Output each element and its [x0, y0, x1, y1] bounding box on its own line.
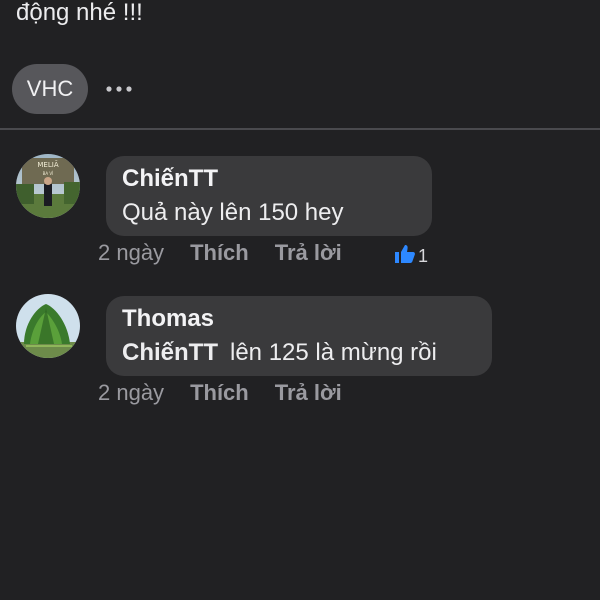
comment-2-actions: 2 ngày Thích Trả lời: [98, 380, 368, 406]
more-options-icon[interactable]: [104, 79, 134, 99]
avatar-thomas[interactable]: [16, 294, 80, 358]
like-button[interactable]: Thích: [190, 380, 249, 406]
comment-text: Quả này lên 150 hey: [122, 199, 344, 226]
reply-button[interactable]: Trả lời: [275, 380, 342, 406]
thumbs-up-icon: [394, 244, 418, 269]
comment-1-actions: 2 ngày Thích Trả lời: [98, 240, 368, 266]
comment-text-body: lên 125 là mừng rồi: [230, 339, 437, 366]
reaction-count-text: 1: [418, 246, 429, 266]
reaction-count[interactable]: 1: [394, 244, 428, 269]
avatar-sign-text: MELIÃ: [37, 160, 58, 169]
tag-chip-vhc[interactable]: VHC: [12, 64, 88, 114]
comment-time[interactable]: 2 ngày: [98, 380, 164, 406]
avatar-sign-subtext: BA VÌ: [43, 171, 54, 176]
reply-button[interactable]: Trả lời: [275, 240, 342, 266]
comments-screen: động nhé !!! VHC MELIÃ BA VÌ ChiếnTT Quả…: [0, 0, 600, 600]
comment-author[interactable]: Thomas: [122, 302, 476, 336]
divider: [0, 128, 600, 130]
mention-link[interactable]: ChiếnTT: [122, 339, 218, 366]
comment-bubble[interactable]: Thomas ChiếnTT lên 125 là mừng rồi: [106, 296, 492, 376]
comment-text: ChiếnTT lên 125 là mừng rồi: [122, 336, 476, 370]
comment-time[interactable]: 2 ngày: [98, 240, 164, 266]
post-text: động nhé !!!: [16, 0, 143, 26]
like-button[interactable]: Thích: [190, 240, 249, 266]
avatar-chientt[interactable]: MELIÃ BA VÌ: [16, 154, 80, 218]
comment-author[interactable]: ChiếnTT: [122, 162, 416, 196]
comment-bubble[interactable]: ChiếnTT Quả này lên 150 hey: [106, 156, 432, 236]
tag-row: VHC: [12, 64, 134, 114]
